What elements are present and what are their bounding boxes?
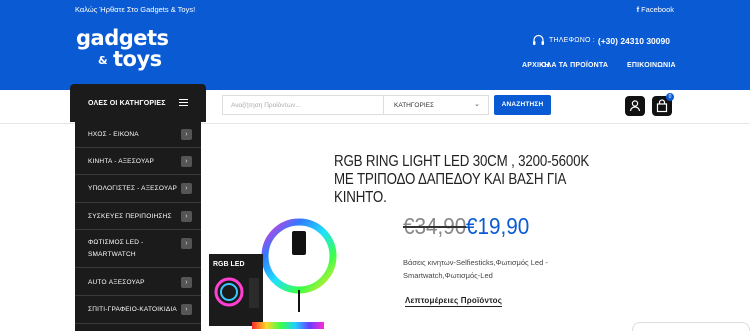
sidebar-item-home-office[interactable]: ΣΠΙΤΙ-ΓΡΑΦΕΙΟ-ΚΑΤΟΙΚΙΔΙΑ › [75, 296, 201, 324]
all-categories-button[interactable]: ΟΛΕΣ ΟΙ ΚΑΤΗΓΟΡΙΕΣ [70, 84, 206, 122]
chevron-down-icon: ⌄ [474, 101, 480, 108]
phone-number: (+30) 24310 30090 [597, 35, 670, 46]
chevron-right-icon: › [181, 156, 192, 167]
chevron-right-icon: › [181, 183, 192, 194]
product-image[interactable]: RGB LED [207, 214, 337, 331]
product-categories[interactable]: Βάσεις κινητων-Selfiesticks,Φωτισμός Led… [403, 256, 593, 282]
sidebar-item-led[interactable]: ΦΩΤΙΣΜΟΣ LED - SMARTWATCH › [75, 230, 201, 268]
sidebar-item-care[interactable]: ΣΥΣΚΕΥΕΣ ΠΕΡΙΠΟΙΗΣΗΣ › [75, 203, 201, 230]
cart-count-badge: 0 [666, 93, 674, 101]
welcome-text: Καλώς Ήρθατε Στο Gadgets & Toys! [75, 5, 196, 14]
header: gadgets & toys ΤΗΛΕΦΩΝΟ : (+30) 24310 30… [0, 18, 750, 90]
facebook-icon: f [636, 5, 640, 14]
category-sidebar: ΗΧΟΣ - ΕΙΚΟΝΑ › ΚΙΝΗΤΑ - ΑΞΕΣΟΥΑΡ › ΥΠΟΛΟΓ… [75, 122, 201, 331]
search-form: Αναζήτηση Προϊόντων... ΚΑΤΗΓΟΡΙΕΣ ⌄ [222, 95, 489, 115]
product-details-link[interactable]: Λεπτομέρειες Προϊόντος [405, 296, 503, 307]
account-button[interactable] [625, 96, 645, 116]
sidebar-item-mobile[interactable]: ΚΙΝΗΤΑ - ΑΞΕΣΟΥΑΡ › [75, 148, 201, 175]
top-bar: Καλώς Ήρθατε Στο Gadgets & Toys! f Facebo… [0, 0, 750, 18]
product-title: RGB RING LIGHT LED 30CM , 3200-5600K ΜΕ … [334, 153, 590, 206]
sidebar-item-auto[interactable]: AUTO ΑΞΕΣΟΥΑΡ › [75, 268, 201, 296]
chat-widget-edge[interactable] [632, 322, 750, 331]
nav-contact[interactable]: ΕΠΙΚΟΙΝΩΝΙΑ [627, 62, 676, 69]
chevron-right-icon: › [181, 238, 192, 249]
nav-all-products[interactable]: ΟΛΑ ΤΑ ΠΡΟΪΟΝΤΑ [541, 62, 608, 69]
facebook-link[interactable]: f Facebook [637, 5, 674, 14]
chevron-right-icon: › [181, 211, 192, 222]
user-icon [629, 100, 641, 112]
site-logo[interactable]: gadgets & toys [76, 28, 169, 70]
search-input[interactable]: Αναζήτηση Προϊόντων... [231, 102, 301, 109]
chevron-right-icon: › [181, 277, 192, 288]
headset-icon [533, 34, 544, 45]
chevron-right-icon: › [181, 304, 192, 315]
chevron-right-icon: › [181, 129, 192, 140]
category-select[interactable]: ΚΑΤΗΓΟΡΙΕΣ ⌄ [383, 96, 489, 114]
search-button[interactable]: ΑΝΑΖΗΤΗΣΗ [494, 95, 551, 115]
sidebar-item-sound[interactable]: ΗΧΟΣ - ΕΙΚΟΝΑ › [75, 122, 201, 148]
new-price: €19,90 [466, 213, 530, 239]
old-price: €34,90 [403, 213, 467, 239]
sidebar-item-computers[interactable]: ΥΠΟΛΟΓΙΣΤΕΣ - ΑΞΕΣΟΥΑΡ › [75, 175, 201, 203]
contact-phone: ΤΗΛΕΦΩΝΟ : (+30) 24310 30090 [532, 34, 670, 47]
product-box-label: RGB LED [213, 261, 245, 268]
menu-icon [179, 99, 188, 107]
phone-label: ΤΗΛΕΦΩΝΟ : [549, 37, 595, 44]
